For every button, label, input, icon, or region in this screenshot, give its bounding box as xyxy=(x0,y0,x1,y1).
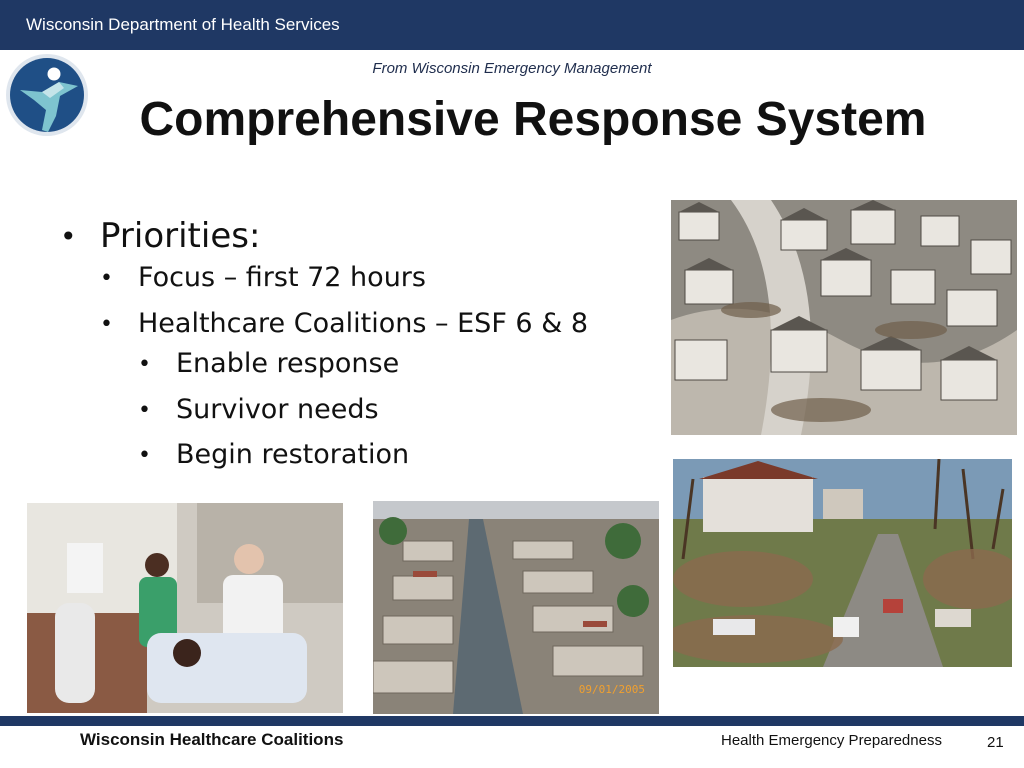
slide: Wisconsin Department of Health Services … xyxy=(0,0,1024,768)
bullet-level3: Enable response xyxy=(176,348,400,379)
photo-medical-care xyxy=(27,503,343,713)
photo-flooded-street: 09/01/2005 xyxy=(373,501,659,714)
bullet-icon: • xyxy=(138,352,151,377)
footer-rule xyxy=(0,716,1024,726)
slide-title: Comprehensive Response System xyxy=(139,93,927,146)
bullet-icon: • xyxy=(138,443,151,468)
bullet-icon: • xyxy=(138,398,151,423)
bullet-icon: • xyxy=(100,266,113,291)
photo-hurricane-damaged-houses xyxy=(671,200,1017,435)
photo-date-stamp: 09/01/2005 xyxy=(578,683,645,696)
bullet-icon: • xyxy=(60,220,77,253)
bullet-level3: Survivor needs xyxy=(176,394,379,425)
organization-name: Wisconsin Department of Health Services xyxy=(26,15,340,34)
footer-left-label: Wisconsin Healthcare Coalitions xyxy=(80,730,344,749)
footer-right-label: Health Emergency Preparedness xyxy=(721,732,942,749)
header-bar: Wisconsin Department of Health Services xyxy=(0,0,1024,50)
page-number: 21 xyxy=(987,734,1004,751)
bullet-level2: Focus – first 72 hours xyxy=(138,262,426,293)
bullet-level2: Healthcare Coalitions – ESF 6 & 8 xyxy=(138,308,589,339)
bullet-level3: Begin restoration xyxy=(176,439,410,470)
source-note: From Wisconsin Emergency Management xyxy=(372,60,652,77)
bullet-level1: Priorities: xyxy=(100,216,261,256)
bullet-icon: • xyxy=(100,312,113,337)
photo-tornado-debris-street xyxy=(673,459,1012,667)
